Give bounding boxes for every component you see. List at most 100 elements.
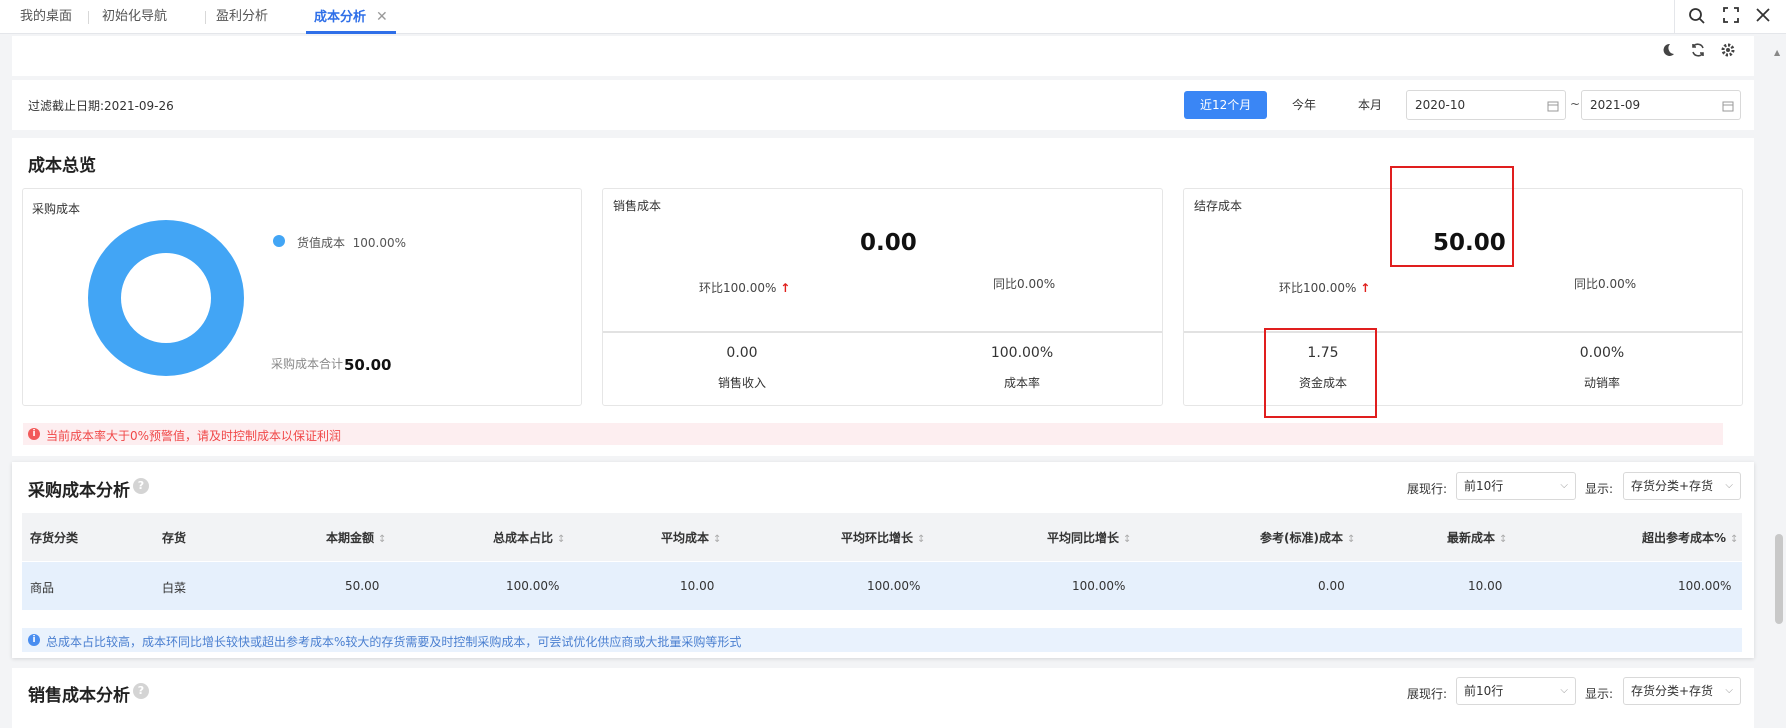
- sales-cost-value: 0.00: [860, 230, 917, 256]
- chevron-down-icon: ⌵: [1560, 480, 1568, 491]
- table-cell: 100.00%: [1072, 579, 1126, 593]
- table-cell: 10.00: [1468, 579, 1503, 593]
- column-header-label: 超出参考成本%: [1642, 531, 1727, 545]
- date-from-value: 2020-10: [1415, 98, 1466, 112]
- warning-icon: i: [28, 428, 40, 440]
- legend-percent: 100.00%: [352, 236, 407, 250]
- date-from-input[interactable]: 2020-10: [1406, 90, 1566, 120]
- close-icon[interactable]: [1753, 7, 1773, 27]
- display-label: 显示:: [1585, 687, 1614, 701]
- chevron-down-icon: ⌵: [1725, 685, 1733, 696]
- sort-icon[interactable]: ↕: [713, 534, 721, 545]
- purchase-cost-donut-chart: [88, 220, 244, 376]
- moon-icon[interactable]: [1658, 42, 1678, 62]
- column-header-latest-cost[interactable]: 最新成本 ↕: [1447, 529, 1507, 546]
- legend-label: 货值成本: [297, 236, 346, 250]
- purchase-analysis-title: 采购成本分析: [28, 481, 130, 501]
- filter-cutoff-date: 过滤截止日期:2021-09-26: [28, 99, 174, 113]
- table-cell: 商品: [30, 581, 55, 595]
- overview-title: 成本总览: [28, 156, 96, 176]
- scroll-up-arrow-icon[interactable]: ▲: [1774, 48, 1780, 57]
- tab-my-desktop[interactable]: 我的桌面: [12, 0, 80, 34]
- gear-icon[interactable]: [1718, 42, 1738, 62]
- purchase-info-text: 总成本占比较高，成本环同比增长较快或超出参考成本%较大的存货需要及时控制采购成本…: [46, 635, 742, 649]
- column-header-over-reference[interactable]: 超出参考成本% ↕: [1642, 529, 1738, 546]
- column-header-amount[interactable]: 本期金额 ↕: [326, 529, 386, 546]
- column-header-avg-yoy[interactable]: 平均同比增长 ↕: [1047, 529, 1131, 546]
- display-select[interactable]: 存货分类+存货 ⌵: [1623, 677, 1741, 705]
- table-cell: 50.00: [345, 579, 380, 593]
- column-header-label: 最新成本: [1447, 531, 1496, 545]
- sort-icon[interactable]: ↕: [1499, 534, 1507, 545]
- sales-revenue-value: 0.00: [726, 345, 758, 361]
- help-icon[interactable]: ?: [133, 683, 149, 699]
- search-icon[interactable]: [1687, 7, 1707, 27]
- tab-label: 初始化导航: [102, 9, 168, 24]
- chevron-down-icon: ⌵: [1560, 685, 1568, 696]
- legend-swatch: [273, 235, 285, 247]
- column-header-avg-cost[interactable]: 平均成本 ↕: [661, 529, 721, 546]
- inventory-cost-title: 结存成本: [1194, 199, 1243, 213]
- tab-bar: 我的桌面 初始化导航 盈利分析 成本分析 ✕: [0, 0, 1786, 34]
- tab-label: 成本分析: [314, 10, 367, 25]
- inventory-yoy: 同比0.00%: [1574, 277, 1637, 291]
- vertical-scrollbar[interactable]: ▲: [1772, 34, 1786, 728]
- sort-icon[interactable]: ↕: [557, 534, 565, 545]
- cost-rate-value: 100.00%: [990, 345, 1054, 361]
- sort-icon[interactable]: ↕: [1123, 534, 1131, 545]
- refresh-icon[interactable]: [1688, 42, 1708, 62]
- sales-revenue-label: 销售收入: [717, 376, 766, 390]
- sales-mom: 环比100.00% ↑: [699, 279, 790, 296]
- sort-icon[interactable]: ↕: [1730, 534, 1738, 545]
- date-to-input[interactable]: 2021-09: [1581, 90, 1741, 120]
- tab-init-nav[interactable]: 初始化导航: [94, 0, 175, 34]
- sort-icon[interactable]: ↕: [378, 534, 386, 545]
- display-select[interactable]: 存货分类+存货 ⌵: [1623, 472, 1741, 500]
- column-header-reference-cost[interactable]: 参考(标准)成本 ↕: [1260, 529, 1355, 546]
- column-header-label: 平均同比增长: [1047, 531, 1120, 545]
- tab-label: 盈利分析: [216, 9, 269, 24]
- rows-select[interactable]: 前10行 ⌵: [1456, 472, 1576, 500]
- column-header-category[interactable]: 存货分类: [30, 529, 78, 546]
- tab-cost-analysis[interactable]: 成本分析 ✕: [306, 0, 396, 34]
- tab-close-icon[interactable]: ✕: [376, 9, 388, 25]
- rows-select[interactable]: 前10行 ⌵: [1456, 677, 1576, 705]
- highlight-box-capital-cost: [1264, 328, 1377, 418]
- chevron-down-icon: ⌵: [1725, 480, 1733, 491]
- sales-cost-title: 销售成本: [613, 199, 662, 213]
- tab-label: 我的桌面: [20, 9, 73, 24]
- table-cell: 100.00%: [506, 579, 560, 593]
- period-last-12-months-button[interactable]: 近12个月: [1184, 91, 1268, 119]
- sort-icon[interactable]: ↕: [1347, 534, 1355, 545]
- period-this-month-button[interactable]: 本月: [1342, 91, 1398, 119]
- help-icon[interactable]: ?: [133, 478, 149, 494]
- calendar-icon: [1547, 91, 1559, 119]
- display-select-value: 存货分类+存货: [1631, 479, 1714, 493]
- column-header-item[interactable]: 存货: [162, 529, 186, 546]
- sales-yoy: 同比0.00%: [993, 277, 1056, 291]
- period-this-year-button[interactable]: 今年: [1276, 91, 1332, 119]
- column-header-label: 本期金额: [326, 531, 375, 545]
- sort-icon[interactable]: ↕: [917, 534, 925, 545]
- inventory-mom-text: 环比100.00%: [1279, 281, 1357, 295]
- column-header-label: 平均环比增长: [841, 531, 914, 545]
- column-header-label: 参考(标准)成本: [1260, 531, 1343, 545]
- table-cell: 白菜: [162, 581, 187, 595]
- toolbar-strip: [12, 36, 1754, 76]
- fullscreen-icon[interactable]: [1721, 7, 1741, 27]
- calendar-icon: [1722, 91, 1734, 119]
- legend-item: 货值成本 100.00%: [297, 234, 406, 251]
- display-label: 显示:: [1585, 482, 1614, 496]
- tab-divider: [88, 11, 89, 24]
- column-header-cost-share[interactable]: 总成本占比 ↕: [493, 529, 565, 546]
- table-cell: 0.00: [1318, 579, 1345, 593]
- tab-profit-analysis[interactable]: 盈利分析: [208, 0, 276, 34]
- rows-select-value: 前10行: [1464, 684, 1504, 698]
- column-header-avg-mom[interactable]: 平均环比增长 ↕: [841, 529, 925, 546]
- cost-rate-warning-text: 当前成本率大于0%预警值，请及时控制成本以保证利润: [46, 429, 342, 443]
- scroll-thumb[interactable]: [1775, 534, 1783, 624]
- highlight-box-inventory-value: [1390, 166, 1514, 267]
- display-select-value: 存货分类+存货: [1631, 684, 1714, 698]
- topbar-divider: [1674, 0, 1675, 34]
- sales-analysis-title: 销售成本分析: [28, 686, 130, 706]
